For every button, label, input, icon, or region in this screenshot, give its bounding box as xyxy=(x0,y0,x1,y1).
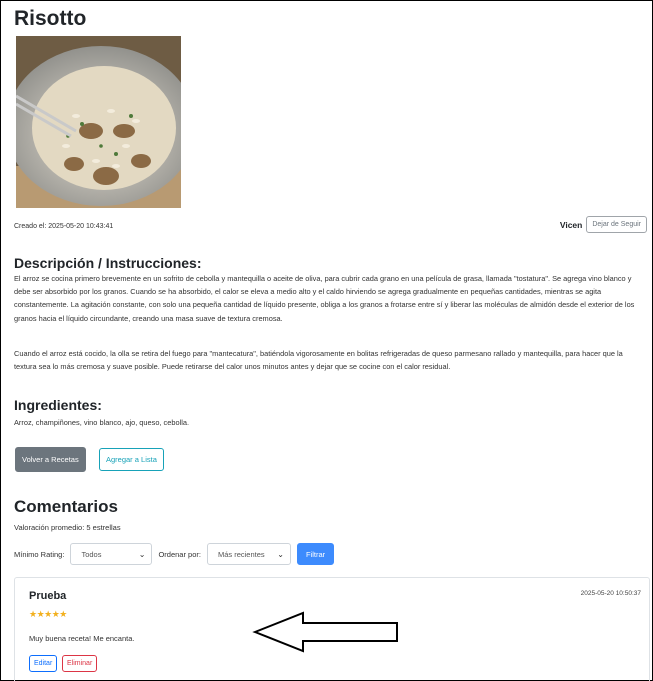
chevron-down-icon: ⌄ xyxy=(277,549,284,559)
description-paragraph-2: Cuando el arroz está cocido, la olla se … xyxy=(14,349,623,372)
average-rating: Valoración promedio: 5 estrellas xyxy=(14,523,121,532)
comment-author: Prueba xyxy=(29,590,67,602)
ingredients-heading: Ingredientes: xyxy=(14,397,102,413)
min-rating-value: Todos xyxy=(81,549,102,559)
comment-text: Muy buena receta! Me encanta. xyxy=(29,634,135,643)
author-area: Vicen Dejar de Seguir xyxy=(560,216,647,233)
recipe-title: Risotto xyxy=(14,7,87,30)
filter-button[interactable]: Filtrar xyxy=(296,543,335,565)
comment-filter-form: Mínimo Rating: Todos ⌄ Ordenar por: Más … xyxy=(14,543,335,565)
order-select[interactable]: Más recientes ⌄ xyxy=(206,543,291,565)
comment-date: 2025-05-20 10:50:37 xyxy=(580,590,641,597)
recipe-image xyxy=(16,36,181,208)
min-rating-label: Mínimo Rating: xyxy=(14,549,65,559)
description-paragraph-1: El arroz se cocina primero brevemente en… xyxy=(14,274,635,323)
chevron-down-icon: ⌄ xyxy=(138,549,146,559)
order-value: Más recientes xyxy=(217,549,265,559)
min-rating-select[interactable]: Todos ⌄ xyxy=(70,543,153,565)
author-name[interactable]: Vicen xyxy=(560,220,583,230)
add-to-list-button[interactable]: Agregar a Lista xyxy=(99,448,164,471)
unfollow-button[interactable]: Dejar de Seguir xyxy=(586,216,647,233)
ingredients-text: Arroz, champiñones, vino blanco, ajo, qu… xyxy=(14,418,190,427)
order-label: Ordenar por: xyxy=(158,549,201,559)
delete-comment-button[interactable]: Eliminar xyxy=(62,655,98,672)
comments-heading: Comentarios xyxy=(14,497,118,516)
comment-rating-stars-icon: ★★★★★ xyxy=(29,609,67,619)
back-to-recipes-button[interactable]: Volver a Recetas xyxy=(15,447,86,472)
edit-comment-button[interactable]: Editar xyxy=(29,655,58,672)
risotto-photo-icon xyxy=(16,36,181,208)
annotation-arrow-icon xyxy=(252,611,398,653)
description-heading: Descripción / Instrucciones: xyxy=(14,255,202,271)
created-timestamp: Creado el: 2025-05-20 10:43:41 xyxy=(14,223,114,230)
